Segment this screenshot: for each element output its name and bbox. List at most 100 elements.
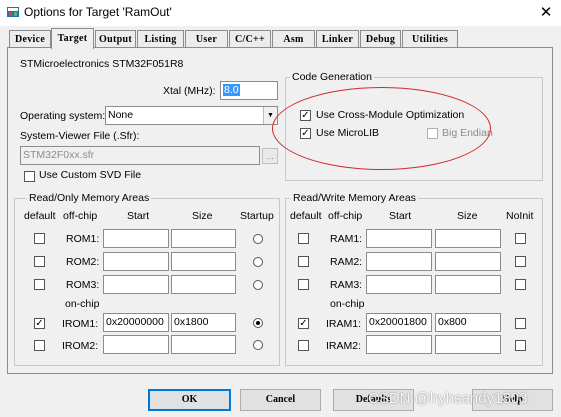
ram3-default-checkbox[interactable] (298, 279, 309, 290)
tab-label: Target (57, 33, 88, 44)
irom1-start-input[interactable]: 0x20000000 (103, 313, 169, 332)
iram2-size-input[interactable] (435, 335, 501, 354)
tab-listing[interactable]: Listing (137, 30, 184, 47)
sfr-browse-button: ... (262, 148, 278, 164)
ram3-label: RAM3: (330, 279, 363, 291)
ram2-size-input[interactable] (435, 252, 501, 271)
irom2-start-input[interactable] (103, 335, 169, 354)
rom2-size-input[interactable] (171, 252, 236, 271)
irom2-size-input[interactable] (171, 335, 236, 354)
cross-module-label: Use Cross-Module Optimization (316, 109, 465, 121)
tab-label: Output (99, 34, 132, 45)
cross-module-checkbox[interactable]: ✓ (300, 110, 311, 121)
rom3-startup-radio[interactable] (253, 280, 263, 290)
ram1-default-checkbox[interactable] (298, 233, 309, 244)
iram1-size-input[interactable]: 0x800 (435, 313, 501, 332)
ram2-label: RAM2: (330, 256, 363, 268)
rw-header-size: Size (457, 210, 478, 222)
rom2-start-input[interactable] (103, 252, 169, 271)
big-endian-checkbox (427, 128, 438, 139)
iram1-label: IRAM1: (326, 318, 362, 330)
rom1-default-checkbox[interactable] (34, 233, 45, 244)
ok-button[interactable]: OK (148, 389, 231, 411)
ram3-size-input[interactable] (435, 275, 501, 294)
ram2-noinit-checkbox[interactable] (515, 256, 526, 267)
sfr-input: STM32F0xx.sfr (20, 146, 260, 165)
xtal-input[interactable]: 8.0 (220, 81, 278, 100)
iram2-noinit-checkbox[interactable] (515, 340, 526, 351)
microlib-label: Use MicroLIB (316, 127, 380, 139)
iram1-default-checkbox[interactable]: ✓ (298, 318, 309, 329)
tab-utilities[interactable]: Utilities (402, 30, 458, 47)
tab-user[interactable]: User (185, 30, 228, 47)
ram1-label: RAM1: (330, 233, 363, 245)
rom2-default-checkbox[interactable] (34, 256, 45, 267)
rom2-startup-radio[interactable] (253, 257, 263, 267)
close-icon[interactable]: ✕ (536, 3, 556, 23)
ram3-start-input[interactable] (366, 275, 432, 294)
tab-debug[interactable]: Debug (360, 30, 401, 47)
os-label: Operating system: (20, 110, 106, 122)
microlib-checkbox[interactable]: ✓ (300, 128, 311, 139)
tab-target[interactable]: Target (51, 28, 94, 49)
iram1-start-input[interactable]: 0x20001800 (366, 313, 432, 332)
tab-label: Asm (283, 34, 304, 45)
title-bar: Options for Target 'RamOut' ✕ (0, 0, 561, 26)
custom-svd-checkbox[interactable] (24, 171, 35, 182)
rw-header-start: Start (389, 210, 412, 222)
ram1-noinit-checkbox[interactable] (515, 233, 526, 244)
ro-header-default: default (24, 210, 56, 222)
rw-header-noinit: NoInit (506, 210, 534, 222)
ram2-default-checkbox[interactable] (298, 256, 309, 267)
rw-onchip-label: on-chip (330, 298, 365, 310)
ro-header-startup: Startup (240, 210, 274, 222)
tab-label: Listing (144, 34, 177, 45)
app-icon (7, 7, 19, 17)
rom2-label: ROM2: (66, 256, 100, 268)
irom2-startup-radio[interactable] (253, 340, 263, 350)
tab-c-cpp[interactable]: C/C++ (229, 30, 271, 47)
sfr-value: STM32F0xx.sfr (23, 149, 95, 161)
ro-memory-title: Read/Only Memory Areas (27, 192, 152, 204)
tab-label: C/C++ (234, 34, 266, 45)
irom2-default-checkbox[interactable] (34, 340, 45, 351)
window-title: Options for Target 'RamOut' (24, 5, 172, 19)
ram1-size-input[interactable] (435, 229, 501, 248)
rom1-start-input[interactable] (103, 229, 169, 248)
tab-output[interactable]: Output (95, 30, 136, 47)
tab-device[interactable]: Device (9, 30, 51, 47)
ro-header-size: Size (192, 210, 213, 222)
os-select[interactable]: None ▼ (105, 106, 278, 125)
code-generation-title: Code Generation (290, 71, 374, 83)
ram3-noinit-checkbox[interactable] (515, 279, 526, 290)
iram2-start-input[interactable] (366, 335, 432, 354)
chevron-down-icon[interactable]: ▼ (263, 107, 277, 124)
ram2-start-input[interactable] (366, 252, 432, 271)
irom1-startup-radio[interactable] (253, 318, 263, 328)
rom1-startup-radio[interactable] (253, 234, 263, 244)
rw-memory-title: Read/Write Memory Areas (291, 192, 418, 204)
cancel-button[interactable]: Cancel (240, 389, 321, 411)
rw-header-default: default (290, 210, 322, 222)
os-value: None (108, 109, 134, 121)
tab-label: Linker (321, 34, 354, 45)
iram1-noinit-checkbox[interactable] (515, 318, 526, 329)
rw-header-offchip: off-chip (328, 210, 363, 222)
rom1-size-input[interactable] (171, 229, 236, 248)
irom1-default-checkbox[interactable]: ✓ (34, 318, 45, 329)
rom3-start-input[interactable] (103, 275, 169, 294)
ro-header-start: Start (127, 210, 150, 222)
tab-asm[interactable]: Asm (272, 30, 315, 47)
irom1-label: IROM1: (62, 318, 99, 330)
tab-linker[interactable]: Linker (316, 30, 359, 47)
sfr-label: System-Viewer File (.Sfr): (20, 130, 140, 142)
ram1-start-input[interactable] (366, 229, 432, 248)
irom1-size-input[interactable]: 0x1800 (171, 313, 236, 332)
rom1-label: ROM1: (66, 233, 100, 245)
tab-label: User (195, 34, 218, 45)
rom3-label: ROM3: (66, 279, 100, 291)
rom3-size-input[interactable] (171, 275, 236, 294)
watermark: CSDN @hyhsandy1803 (368, 390, 528, 407)
rom3-default-checkbox[interactable] (34, 279, 45, 290)
iram2-default-checkbox[interactable] (298, 340, 309, 351)
